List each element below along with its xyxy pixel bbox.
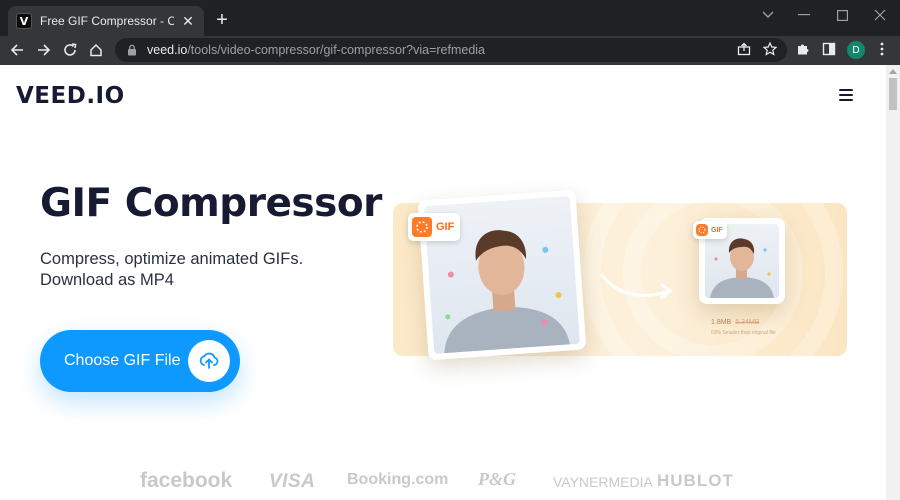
brand-hublot: HUBLOT — [657, 471, 734, 490]
sidebar-icon[interactable] — [820, 40, 838, 58]
gif-badge-small-label: GIF — [711, 226, 723, 234]
browser-tab[interactable]: V Free GIF Compressor - Compress ✕ — [8, 6, 204, 36]
gif-badge-large: GIF — [408, 213, 460, 241]
brand-pg: P&G — [478, 469, 516, 489]
url-text: veed.io/tools/video-compressor/gif-compr… — [147, 43, 485, 57]
scroll-up-icon[interactable] — [889, 69, 897, 74]
size-reduction-note: 63% Smaller than original file — [711, 330, 776, 336]
site-favicon: V — [16, 13, 32, 29]
loading-icon-small — [696, 224, 708, 236]
brand-vaynermedia: VAYNERMEDIA — [553, 474, 653, 490]
brand-booking: Booking.com — [347, 471, 449, 488]
gif-badge-label: GIF — [436, 221, 455, 233]
address-bar[interactable]: veed.io/tools/video-compressor/gif-compr… — [115, 38, 787, 62]
compression-illustration: GIF GIF 1.8MB 5.34MB 63% Smaller than or… — [393, 143, 847, 403]
minimize-icon[interactable] — [784, 0, 824, 30]
lock-icon[interactable] — [125, 43, 139, 57]
kebab-menu-icon[interactable] — [873, 40, 891, 58]
page-scrollbar[interactable] — [886, 65, 900, 500]
arrow-icon — [600, 273, 673, 299]
maximize-icon[interactable] — [822, 0, 862, 30]
hamburger-menu-icon[interactable] — [839, 89, 853, 101]
brand-facebook: facebook — [140, 469, 233, 492]
reload-icon[interactable] — [59, 39, 81, 61]
star-icon[interactable] — [761, 40, 779, 58]
forward-icon[interactable] — [33, 39, 55, 61]
page-subtitle: Compress, optimize animated GIFs. Downlo… — [40, 250, 304, 289]
tab-search-icon[interactable] — [748, 0, 788, 30]
share-icon[interactable] — [735, 40, 753, 58]
loading-icon — [412, 217, 432, 237]
back-icon[interactable] — [6, 39, 28, 61]
url-host: veed.io — [147, 43, 188, 57]
close-window-icon[interactable] — [860, 0, 900, 30]
tab-strip: V Free GIF Compressor - Compress ✕ + — [0, 0, 900, 36]
browser-toolbar: veed.io/tools/video-compressor/gif-compr… — [0, 36, 900, 65]
choose-gif-file-label: Choose GIF File — [64, 352, 181, 369]
page-title: GIF Compressor — [40, 181, 382, 226]
tab-title: Free GIF Compressor - Compress — [40, 14, 174, 28]
close-tab-icon[interactable]: ✕ — [180, 13, 196, 29]
new-tab-button[interactable]: + — [212, 8, 232, 32]
scroll-thumb[interactable] — [889, 78, 897, 110]
choose-gif-file-button[interactable]: Choose GIF File — [40, 330, 240, 392]
web-page: VEED.IO GIF Compressor Compress, optimiz… — [0, 65, 886, 500]
new-size: 1.8MB — [711, 319, 732, 326]
file-size-result: 1.8MB 5.34MB — [711, 319, 759, 326]
extensions-icon[interactable] — [794, 40, 812, 58]
profile-avatar[interactable]: D — [847, 41, 865, 59]
gif-badge-small: GIF — [693, 221, 727, 239]
old-size: 5.34MB — [735, 319, 760, 326]
upload-icon — [188, 340, 230, 382]
url-path: /tools/video-compressor/gif-compressor?v… — [187, 43, 485, 57]
home-icon[interactable] — [85, 39, 107, 61]
veed-logo[interactable]: VEED.IO — [16, 83, 125, 109]
brand-visa: VISA — [269, 471, 316, 492]
